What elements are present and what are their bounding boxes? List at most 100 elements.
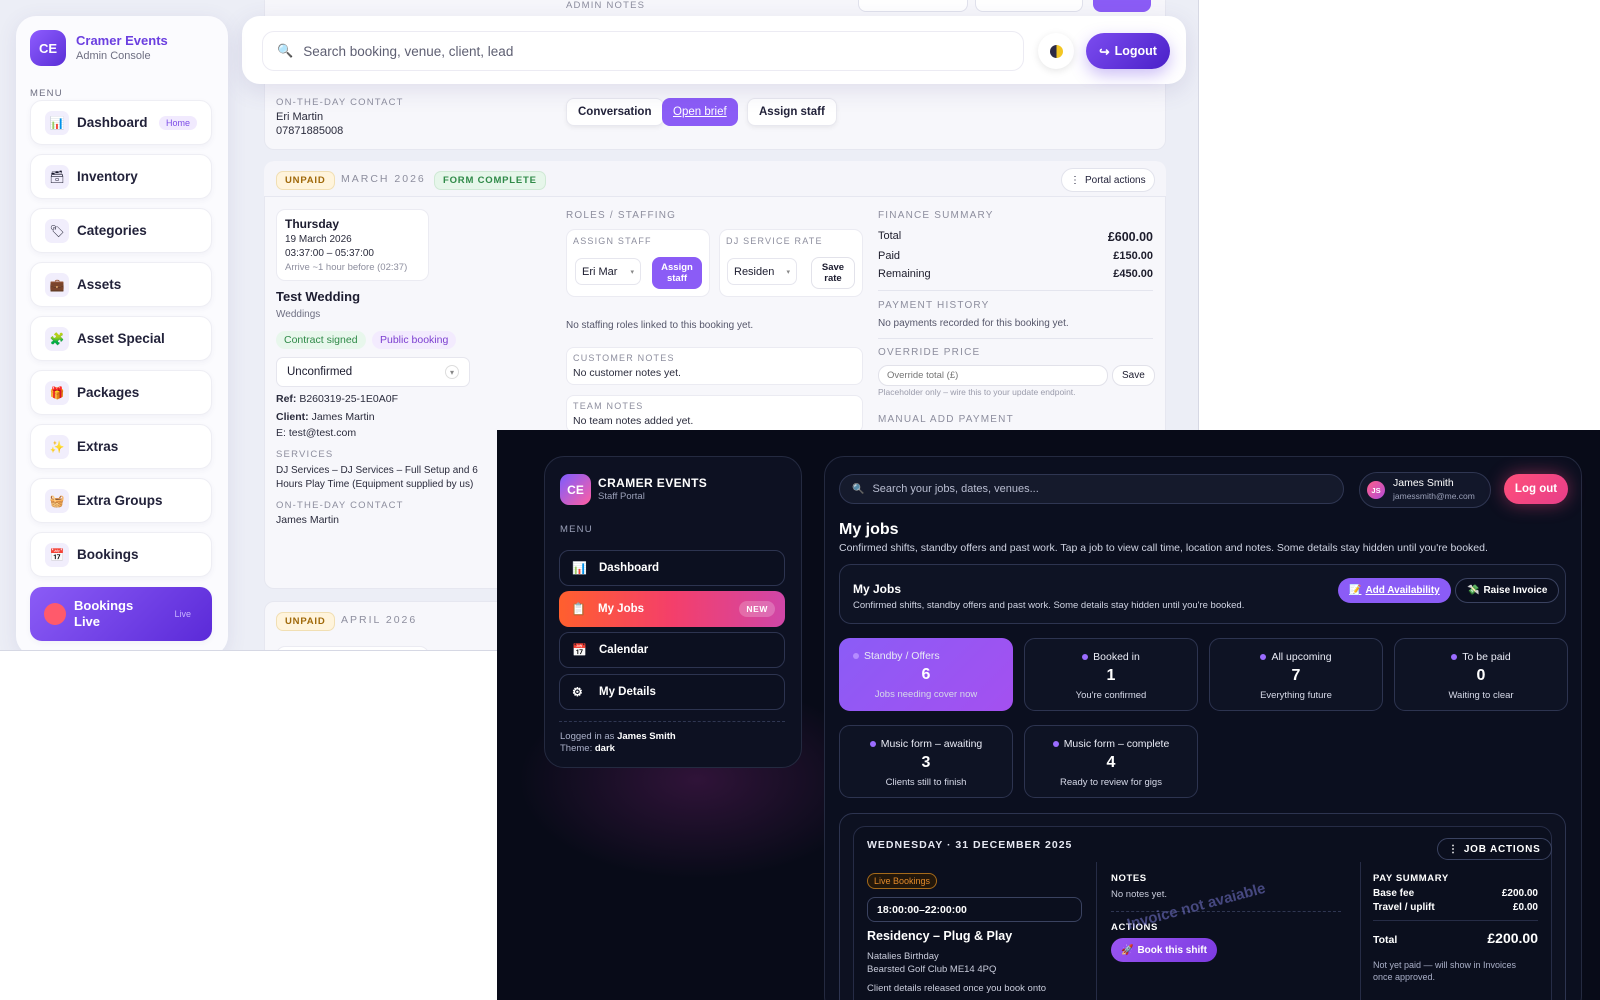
- stat-dot: [853, 653, 859, 659]
- override-save-button[interactable]: Save: [1112, 365, 1155, 386]
- home-pill: Home: [158, 115, 197, 130]
- travel-value: £0.00: [1512, 902, 1538, 913]
- staff-brand-name: CRAMER EVENTS: [598, 476, 708, 490]
- dj-rate-select[interactable]: Residen ▾: [727, 258, 797, 285]
- job-notes: No notes yet.: [1111, 889, 1167, 900]
- theme-prefix: Theme:: [560, 743, 593, 754]
- staff-brand-subtitle: Staff Portal: [598, 491, 645, 502]
- stat-to-be-paid[interactable]: To be paid 0 Waiting to clear: [1394, 638, 1568, 711]
- bar-chart-icon: 📊: [45, 110, 69, 135]
- divider: [559, 721, 785, 722]
- booking-day: Thursday: [285, 217, 340, 231]
- prev-input[interactable]: [975, 0, 1083, 12]
- status-select[interactable]: Unconfirmed ▾: [276, 357, 470, 387]
- staff-search-box[interactable]: 🔍: [839, 474, 1344, 504]
- total-label: Total: [1373, 934, 1398, 946]
- admin-brand-subtitle: Admin Console: [76, 50, 151, 62]
- staff-nav-dashboard[interactable]: 📊 Dashboard: [559, 550, 785, 586]
- dj-rate-label: DJ SERVICE RATE: [726, 236, 823, 246]
- finance-total-label: Total: [878, 230, 902, 242]
- staff-menu-label: MENU: [560, 524, 593, 535]
- avatar: JS: [1367, 481, 1385, 499]
- prev-contact-label: ON-THE-DAY CONTACT: [276, 97, 404, 108]
- assign-staff-button[interactable]: Assign staff: [747, 98, 837, 126]
- day-contact-name: James Martin: [276, 514, 340, 526]
- client-line: Client: James Martin: [276, 411, 375, 423]
- staff-nav-calendar[interactable]: 📅 Calendar: [559, 632, 785, 668]
- nav-label: Assets: [77, 277, 122, 292]
- stat-standby-offers[interactable]: Standby / Offers 6 Jobs needing cover now: [839, 638, 1013, 711]
- next-booking-month: APRIL 2026: [341, 614, 418, 626]
- logout-icon: ↪: [1099, 44, 1110, 59]
- nav-categories[interactable]: 🏷 Categories: [30, 208, 212, 253]
- nav-inventory[interactable]: 🗃 Inventory: [30, 154, 212, 199]
- divider: [1373, 920, 1538, 921]
- assign-staff-submit[interactable]: Assign staff: [652, 257, 702, 289]
- override-total-input[interactable]: [878, 365, 1108, 386]
- stat-booked-in[interactable]: Booked in 1 You're confirmed: [1024, 638, 1198, 711]
- add-availability-button[interactable]: 📝 Add Availability: [1338, 578, 1451, 603]
- nav-bookings-live[interactable]: Bookings Live Live: [30, 587, 212, 641]
- admin-search-box[interactable]: 🔍: [262, 31, 1024, 71]
- prev-button[interactable]: [1093, 0, 1151, 12]
- assign-staff-label: ASSIGN STAFF: [573, 236, 652, 246]
- nav-label: Bookings: [77, 547, 139, 562]
- stat-value: 7: [1291, 667, 1301, 684]
- save-rate-button[interactable]: Save rate: [811, 257, 855, 289]
- client-details-note: Client details released once you book on…: [867, 983, 1047, 994]
- admin-logout-button[interactable]: ↪ Logout: [1086, 33, 1170, 69]
- live-bookings-badge: Live Bookings: [867, 873, 938, 889]
- nav-packages[interactable]: 🎁 Packages: [30, 370, 212, 415]
- nav-bookings[interactable]: 📅 Bookings: [30, 532, 212, 577]
- job-date: WEDNESDAY · 31 DECEMBER 2025: [867, 839, 1073, 851]
- nav-assets[interactable]: 💼 Assets: [30, 262, 212, 307]
- nav-extra-groups[interactable]: 🧺 Extra Groups: [30, 478, 212, 523]
- stat-value: 0: [1476, 667, 1486, 684]
- page-title: My jobs: [839, 521, 899, 538]
- admin-search-input[interactable]: [303, 43, 1004, 59]
- staff-nav-my-details[interactable]: ⚙ My Details: [559, 674, 785, 710]
- raise-invoice-button[interactable]: 💸 Raise Invoice: [1455, 578, 1560, 603]
- panel-title: My Jobs: [853, 582, 902, 596]
- nav-asset-special[interactable]: 🧩 Asset Special: [30, 316, 212, 361]
- job-time: 18:00:00–22:00:00: [867, 897, 1082, 922]
- portal-actions-label: Portal actions: [1085, 174, 1146, 186]
- box-icon: 🗃: [45, 164, 69, 189]
- divider: [878, 338, 1153, 339]
- contract-signed-tag: Contract signed: [276, 331, 366, 349]
- booking-time: 03:37:00 – 05:37:00: [285, 248, 374, 259]
- prev-select[interactable]: [858, 0, 968, 12]
- stat-title: To be paid: [1395, 651, 1567, 663]
- clipboard-icon: 📋: [571, 602, 586, 616]
- nav-extras[interactable]: ✨ Extras: [30, 424, 212, 469]
- stat-all-upcoming[interactable]: All upcoming 7 Everything future: [1209, 638, 1383, 711]
- stat-dot: [869, 741, 876, 747]
- base-fee-value: £200.00: [1501, 888, 1538, 899]
- staff-logout-button[interactable]: Log out: [1504, 474, 1568, 504]
- stat-sub: Waiting to clear: [1448, 690, 1514, 701]
- staff-search-input[interactable]: [872, 483, 1333, 495]
- chevron-down-icon: ▾: [786, 268, 790, 276]
- nav-dashboard[interactable]: 📊 Dashboard Home: [30, 100, 212, 145]
- finance-paid-value: £150.00: [1113, 250, 1153, 262]
- finance-remaining-row: Remaining £450.00: [878, 268, 1153, 280]
- stat-title-text: Music form – awaiting: [880, 738, 983, 750]
- portal-actions-button[interactable]: ⋮ Portal actions: [1061, 168, 1155, 192]
- staff-nav-my-jobs[interactable]: 📋 My Jobs NEW: [559, 591, 785, 627]
- stat-music-complete[interactable]: Music form – complete 4 Ready to review fo…: [1024, 725, 1198, 798]
- stat-music-awaiting[interactable]: Music form – awaiting 3 Clients still to f…: [839, 725, 1013, 798]
- conversation-button[interactable]: Conversation: [566, 98, 664, 126]
- search-icon: 🔍: [277, 43, 294, 58]
- open-brief-button[interactable]: Open brief: [662, 98, 738, 126]
- staff-logo: CE: [560, 474, 591, 505]
- book-shift-button[interactable]: 🚀 Book this shift: [1111, 938, 1217, 962]
- assign-staff-select[interactable]: Eri Mar ▾: [575, 258, 641, 285]
- staff-portal-window: CE CRAMER EVENTS Staff Portal MENU 📊 Dash…: [497, 430, 1600, 1000]
- job-actions-button[interactable]: ⋮ JOB ACTIONS: [1437, 838, 1552, 860]
- stat-dot: [1451, 654, 1458, 660]
- new-badge: NEW: [739, 601, 775, 617]
- theme-toggle-button[interactable]: [1038, 33, 1074, 69]
- services-text: DJ Services – DJ Services – Full Setup a…: [276, 465, 478, 490]
- pay-summary-label: PAY SUMMARY: [1373, 873, 1449, 884]
- sparkle-icon: ✨: [45, 434, 69, 459]
